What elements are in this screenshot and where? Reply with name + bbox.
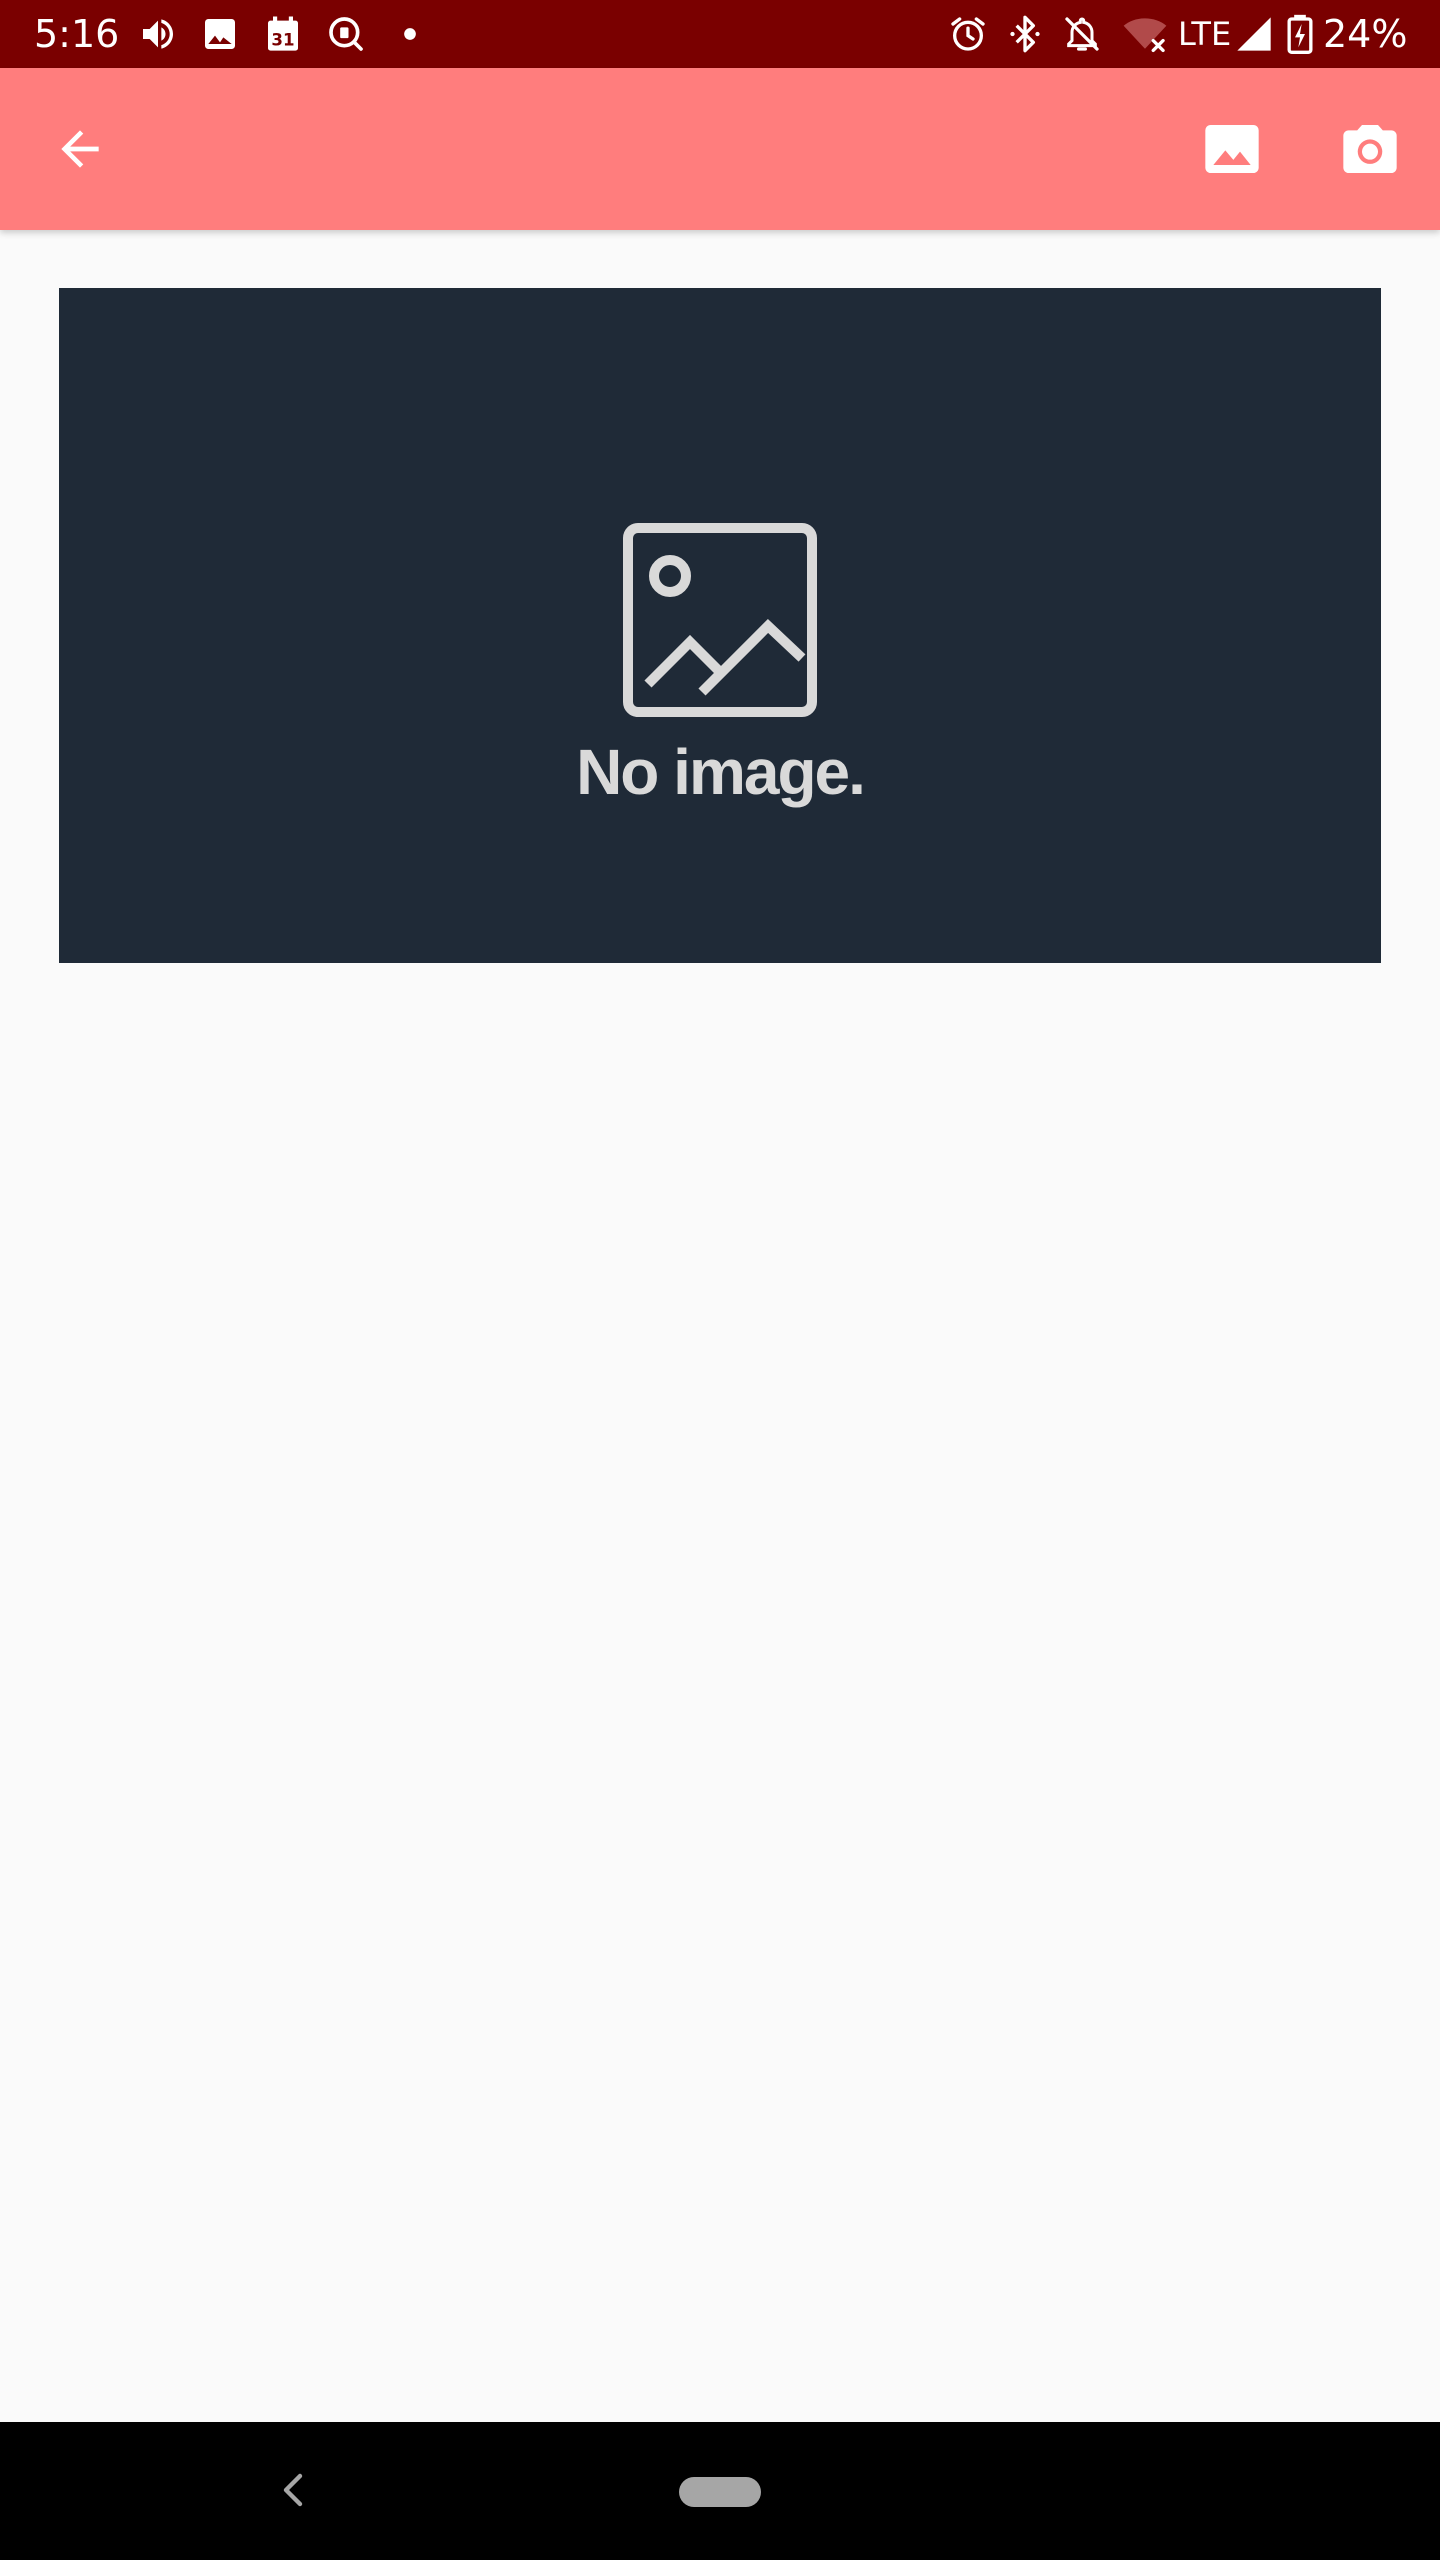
calendar-day: 31 — [271, 31, 294, 50]
calendar-icon: 31 — [268, 16, 298, 51]
signal-icon — [1237, 17, 1271, 51]
image-placeholder-icon — [623, 523, 817, 717]
battery-percent: 24% — [1323, 12, 1408, 56]
volume-icon — [143, 19, 173, 49]
camera-icon — [1343, 125, 1397, 173]
bell-off-icon — [1065, 17, 1099, 51]
nav-back-icon[interactable] — [270, 2466, 318, 2514]
back-button[interactable] — [32, 101, 128, 197]
gallery-button[interactable] — [1184, 101, 1280, 197]
bluetooth-icon — [1010, 15, 1040, 53]
network-type: LTE — [1178, 15, 1232, 53]
gallery-icon — [1205, 125, 1259, 173]
dot-icon — [404, 28, 416, 40]
no-image-label: No image. — [576, 736, 866, 808]
wifi-off-icon — [1123, 18, 1167, 53]
status-time: 5:16 — [34, 12, 120, 56]
alarm-icon — [951, 17, 985, 51]
status-bar: 5:16 31 LTE 24% — [0, 0, 1440, 68]
image-icon — [205, 19, 235, 49]
search-icon — [329, 17, 363, 51]
back-arrow-icon — [61, 130, 99, 168]
nav-home-pill[interactable] — [679, 2477, 761, 2507]
battery-charging-icon — [1287, 14, 1313, 54]
navigation-bar — [0, 2422, 1440, 2560]
app-bar — [0, 68, 1440, 230]
camera-button[interactable] — [1322, 101, 1418, 197]
